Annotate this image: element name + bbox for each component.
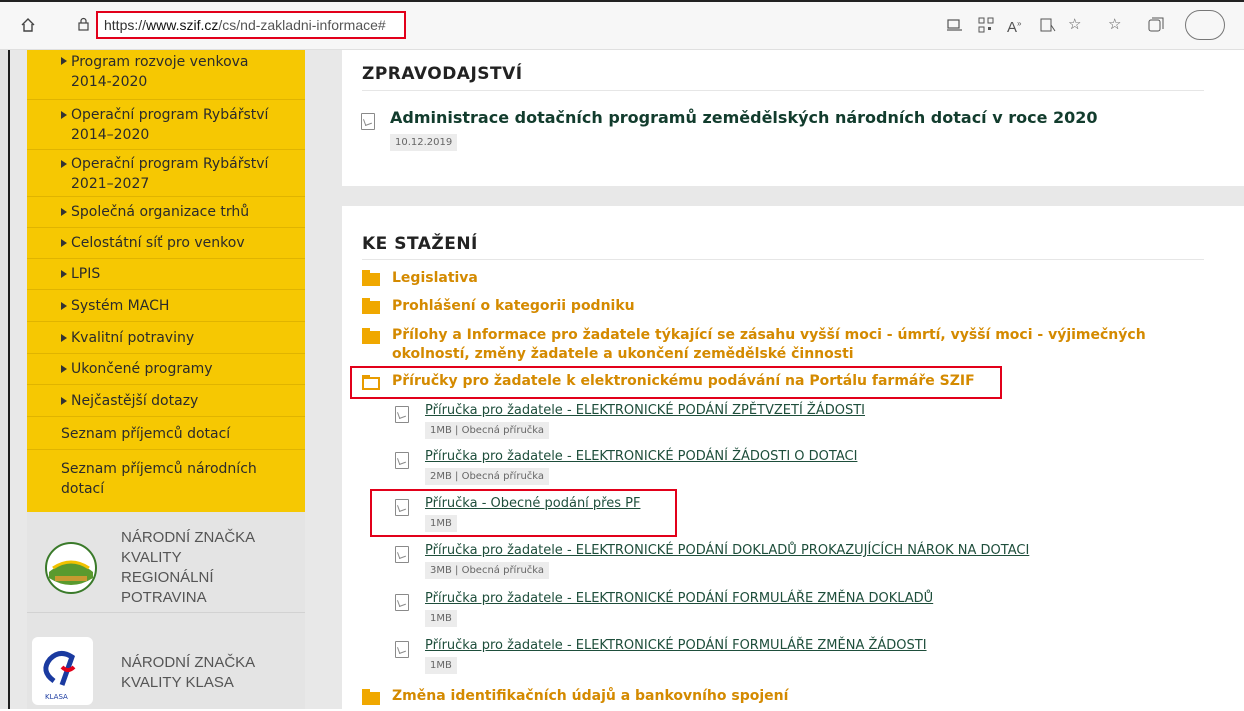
news-item-title[interactable]: Administrace dotačních programů zeměděls…	[390, 108, 1098, 127]
sidebar-item-label: Ukončené programy	[71, 361, 213, 377]
file-link-zadost-o-dotaci[interactable]: Příručka pro žadatele - ELEKTRONICKÉ POD…	[425, 449, 857, 464]
sidebar-item-label: Společná organizace trhů	[71, 204, 250, 220]
collections-icon[interactable]	[1148, 17, 1164, 36]
sidebar-item-label: Celostátní síť pro venkov	[71, 235, 245, 251]
immersive-reader-icon[interactable]	[1040, 17, 1056, 36]
category-prirucky[interactable]: Příručky pro žadatele k elektronickému p…	[392, 372, 975, 391]
favorites-icon[interactable]: ☆	[1108, 16, 1121, 32]
file-link-zmena-zadosti[interactable]: Příručka pro žadatele - ELEKTRONICKÉ POD…	[425, 638, 927, 653]
lock-icon[interactable]	[78, 16, 89, 31]
pdf-icon	[395, 406, 409, 423]
browser-toolbar: https://www.szif.cz/cs/nd-zakladni-infor…	[0, 0, 1244, 50]
window-border	[8, 50, 10, 709]
triangle-bullet-icon	[61, 111, 67, 119]
brand-line: KVALITY	[121, 549, 182, 566]
file-meta: 1MB | Obecná příručka	[425, 422, 550, 439]
sidebar-item-label: Kvalitní potraviny	[71, 330, 195, 346]
sidebar-item-op-rybarstvi-2021[interactable]: Operační program Rybářství 2021–2027	[27, 150, 305, 197]
profile-icon[interactable]	[1185, 10, 1225, 40]
brand-line: POTRAVINA	[121, 589, 207, 606]
pdf-icon	[361, 113, 375, 130]
file-meta: 1MB	[425, 657, 457, 674]
folder-open-icon	[362, 375, 380, 390]
pdf-icon	[395, 641, 409, 658]
news-item-date: 10.12.2019	[390, 134, 458, 151]
sidebar-item-label: Nejčastější dotazy	[71, 393, 199, 409]
qr-icon[interactable]	[978, 17, 994, 36]
brand-line: KVALITY KLASA	[121, 674, 234, 691]
triangle-bullet-icon	[61, 270, 67, 278]
brand-regionalni-potravina[interactable]: NÁRODNÍ ZNAČKA KVALITY REGIONÁLNÍ POTRAV…	[27, 512, 305, 612]
url-protocol: https://	[104, 17, 147, 33]
sidebar-item-kvalitni-potraviny[interactable]: Kvalitní potraviny	[27, 322, 305, 354]
sidebar-item-label: Operační program Rybářství 2014–2020	[71, 107, 269, 143]
news-heading-rule	[362, 90, 1204, 91]
file-meta: 1MB	[425, 515, 457, 532]
regionalni-potravina-logo-icon	[45, 542, 97, 600]
category-zmena-udaju[interactable]: Změna identifikačních údajů a bankovního…	[392, 687, 788, 706]
sidebar-item-label: Seznam příjemců národních dotací	[61, 461, 257, 497]
file-meta: 3MB | Obecná příručka	[425, 562, 550, 579]
sidebar-item-prv[interactable]: Program rozvoje venkova 2014-2020	[27, 50, 305, 100]
address-bar[interactable]: https://www.szif.cz/cs/nd-zakladni-infor…	[96, 11, 406, 39]
folder-icon	[362, 689, 380, 705]
category-legislativa[interactable]: Legislativa	[392, 269, 478, 288]
sidebar-item-seznam-prijemcu-narodnich[interactable]: Seznam příjemců národních dotací	[27, 450, 305, 512]
triangle-bullet-icon	[61, 208, 67, 216]
folder-icon	[362, 270, 380, 286]
pdf-icon	[395, 546, 409, 563]
sidebar-item-csv[interactable]: Celostátní síť pro venkov	[27, 228, 305, 259]
sidebar-item-ukoncene-programy[interactable]: Ukončené programy	[27, 354, 305, 385]
brand-line: NÁRODNÍ ZNAČKA	[121, 654, 256, 671]
sidebar-item-label: Seznam příjemců dotací	[61, 426, 231, 442]
pdf-icon	[395, 499, 409, 516]
sidebar-item-faq[interactable]: Nejčastější dotazy	[27, 385, 305, 417]
file-link-zpetvzeti[interactable]: Příručka pro žadatele - ELEKTRONICKÉ POD…	[425, 403, 865, 418]
sidebar-item-lpis[interactable]: LPIS	[27, 259, 305, 290]
home-icon[interactable]	[20, 17, 36, 36]
triangle-bullet-icon	[61, 160, 67, 168]
sidebar-item-seznam-prijemcu[interactable]: Seznam příjemců dotací	[27, 417, 305, 450]
file-link-doklady-narok[interactable]: Příručka pro žadatele - ELEKTRONICKÉ POD…	[425, 543, 1029, 558]
file-meta: 1MB	[425, 610, 457, 627]
triangle-bullet-icon	[61, 397, 67, 405]
klasa-logo-icon: KLASA	[32, 637, 93, 705]
sidebar-nav: Program rozvoje venkova 2014-2020 Operač…	[27, 50, 305, 512]
sidebar-item-op-rybarstvi-2014[interactable]: Operační program Rybářství 2014–2020	[27, 100, 305, 150]
triangle-bullet-icon	[61, 302, 67, 310]
brand-line: REGIONÁLNÍ	[121, 569, 214, 586]
downloads-heading: KE STAŽENÍ	[362, 234, 478, 254]
url-path: /cs/nd-zakladni-informace#	[218, 17, 386, 33]
category-prilohy-vyssi-moc[interactable]: Přílohy a Informace pro žadatele týkajíc…	[392, 326, 1192, 364]
news-heading: ZPRAVODAJSTVÍ	[362, 64, 523, 84]
downloads-heading-rule	[362, 259, 1204, 260]
brand-line: NÁRODNÍ ZNAČKA	[121, 529, 256, 546]
brand-klasa[interactable]: KLASA NÁRODNÍ ZNAČKA KVALITY KLASA	[27, 613, 305, 709]
sidebar-item-mach[interactable]: Systém MACH	[27, 290, 305, 322]
file-link-zmena-dokladu[interactable]: Příručka pro žadatele - ELEKTRONICKÉ POD…	[425, 591, 933, 606]
favorite-add-icon[interactable]: ☆	[1068, 16, 1081, 32]
brand-text: NÁRODNÍ ZNAČKA KVALITY KLASA	[121, 653, 255, 693]
file-meta: 2MB | Obecná příručka	[425, 468, 550, 485]
triangle-bullet-icon	[61, 239, 67, 247]
file-link-obecne-podani[interactable]: Příručka - Obecné podání přes PF	[425, 496, 640, 511]
triangle-bullet-icon	[61, 365, 67, 373]
sidebar-item-label: Systém MACH	[71, 298, 170, 314]
sidebar-item-label: Program rozvoje venkova 2014-2020	[71, 54, 249, 90]
brand-text: NÁRODNÍ ZNAČKA KVALITY REGIONÁLNÍ POTRAV…	[121, 528, 255, 608]
klasa-logo-text: KLASA	[45, 693, 68, 701]
app-available-icon[interactable]	[947, 18, 963, 35]
pdf-icon	[395, 452, 409, 469]
triangle-bullet-icon	[61, 334, 67, 342]
sidebar-item-label: Operační program Rybářství 2021–2027	[71, 156, 269, 192]
sidebar-item-sot[interactable]: Společná organizace trhů	[27, 197, 305, 228]
read-aloud-icon[interactable]: A»	[1007, 16, 1021, 36]
folder-icon	[362, 298, 380, 314]
folder-icon	[362, 328, 380, 344]
sidebar-item-label: LPIS	[71, 266, 101, 282]
url-host: www.szif.cz	[146, 17, 219, 33]
triangle-bullet-icon	[61, 57, 67, 65]
category-prohlaseni[interactable]: Prohlášení o kategorii podniku	[392, 297, 635, 316]
pdf-icon	[395, 594, 409, 611]
